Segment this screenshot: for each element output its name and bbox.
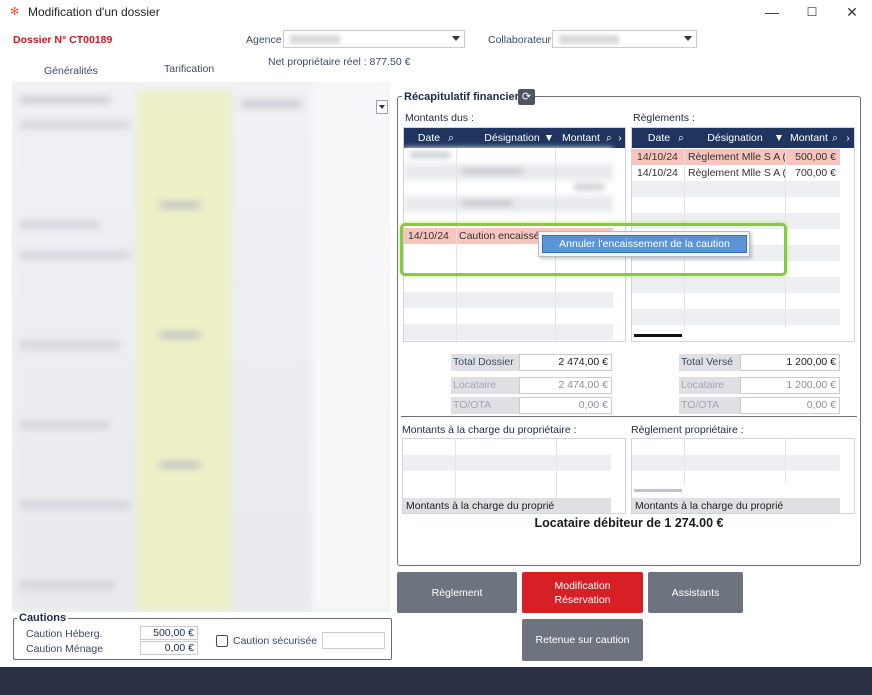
net-proprietaire: Net propriétaire réel : 877.50 € — [268, 56, 411, 68]
search-icon[interactable]: ⌕ — [604, 128, 614, 148]
recap-financier-title: Récapitulatif financier — [402, 91, 521, 103]
taskbar — [0, 667, 872, 695]
filter-icon[interactable]: ▼ — [773, 128, 785, 148]
tab-generalites[interactable]: Généralités — [44, 65, 98, 77]
modification-label-line2: Réservation — [554, 593, 611, 606]
table-row[interactable]: 14/10/24 Règlement Mlle S A ( CT 500,00 … — [632, 149, 840, 165]
locataire-label: Locataire — [451, 377, 519, 394]
to-ota-label: TO/OTA — [679, 397, 740, 414]
total-dossier-label: Total Dossier — [451, 354, 519, 371]
caution-menage-field[interactable]: 0,00 € — [140, 641, 198, 655]
modification-reservation-button[interactable]: Modification Réservation — [522, 572, 643, 613]
scrollbar[interactable] — [634, 334, 682, 337]
chevron-right-icon[interactable]: › — [615, 128, 625, 148]
agence-select[interactable] — [283, 30, 465, 48]
grid-header: Date ⌕ Désignation ▼ Montant ⌕ › — [404, 128, 625, 148]
window-title: Modification d'un dossier — [28, 5, 160, 19]
collaborateur-label: Collaborateur — [488, 34, 552, 46]
chevron-down-icon — [379, 105, 385, 109]
divider — [401, 416, 857, 417]
grid-header: Date ⌕ Désignation ▼ Montant ⌕ › — [632, 128, 854, 148]
row-designation: Règlement Mlle S A ( CT — [688, 167, 788, 179]
reglement-proprietaire-grid[interactable]: Montants à la charge du proprié — [631, 438, 855, 514]
reglement-proprietaire-label: Règlement propriétaire : — [631, 424, 744, 436]
annuler-encaissement-menu-item[interactable]: Annuler l'encaissement de la caution — [542, 235, 747, 253]
column-header-montant[interactable]: Montant — [562, 128, 607, 148]
column-header-date[interactable]: Date — [414, 128, 444, 148]
locataire-debiteur: Locataire débiteur de 1 274.00 € — [534, 516, 724, 530]
locataire-label: Locataire — [679, 377, 740, 394]
chevron-down-icon — [452, 36, 460, 41]
collaborateur-select[interactable] — [552, 30, 697, 48]
agence-label: Agence — [246, 34, 282, 46]
locataire-value: 1 200,00 € — [740, 377, 840, 394]
reglement-button[interactable]: Règlement — [397, 572, 517, 613]
chevron-right-icon[interactable]: › — [843, 128, 853, 148]
retenue-caution-button[interactable]: Retenue sur caution — [522, 619, 643, 661]
context-menu: Annuler l'encaissement de la caution — [538, 231, 750, 257]
column-header-designation[interactable]: Désignation — [472, 128, 552, 148]
to-ota-value: 0,00 € — [740, 397, 840, 414]
reglements-label: Règlements : — [633, 112, 695, 124]
total-verse-value: 1 200,00 € — [740, 354, 840, 371]
charge-proprietaire-footer: Montants à la charge du proprié — [403, 498, 611, 513]
row-date: 14/10/24 — [637, 151, 678, 163]
row-montant: 700,00 € — [795, 167, 836, 179]
charge-proprietaire-label: Montants à la charge du propriétaire : — [402, 424, 577, 436]
modification-label-line1: Modification — [554, 579, 611, 592]
tab-tarification[interactable]: Tarification — [164, 63, 214, 75]
total-verse-label: Total Versé — [679, 354, 740, 371]
charge-proprietaire-grid[interactable]: Montants à la charge du proprié — [402, 438, 626, 514]
filter-icon[interactable]: ▼ — [543, 128, 555, 148]
search-icon[interactable]: ⌕ — [674, 128, 688, 148]
search-icon[interactable]: ⌕ — [830, 128, 840, 148]
cautions-title: Cautions — [17, 612, 69, 624]
to-ota-value: 0,00 € — [519, 397, 612, 414]
row-designation: Règlement Mlle S A ( CT — [688, 151, 788, 163]
caution-heberg-label: Caution Héberg. — [26, 628, 103, 640]
chevron-down-icon — [684, 36, 692, 41]
dossier-number: Dossier N° CT00189 — [13, 34, 113, 46]
maximize-button[interactable]: ☐ — [800, 2, 824, 22]
close-button[interactable]: ✕ — [840, 2, 864, 22]
column-header-montant[interactable]: Montant — [790, 128, 835, 148]
panel-dropdown[interactable] — [376, 100, 388, 114]
total-dossier-value: 2 474,00 € — [519, 354, 612, 371]
row-date: 14/10/24 — [637, 167, 678, 179]
caution-heberg-field[interactable]: 500,00 € — [140, 626, 198, 640]
scrollbar[interactable] — [634, 489, 682, 492]
generalites-panel — [12, 82, 390, 612]
montants-dus-label: Montants dus : — [405, 112, 474, 124]
minimize-button[interactable]: — — [760, 2, 784, 22]
to-ota-label: TO/OTA — [451, 397, 519, 414]
assistants-button[interactable]: Assistants — [648, 572, 743, 613]
caution-securisee-checkbox[interactable] — [216, 635, 228, 647]
column-header-designation[interactable]: Désignation — [695, 128, 775, 148]
row-montant: 500,00 € — [795, 151, 836, 163]
app-logo-icon: ✻ — [10, 6, 20, 18]
title-bar: ✻ Modification d'un dossier — ☐ ✕ — [0, 0, 872, 24]
search-icon[interactable]: ⌕ — [444, 128, 458, 148]
table-row[interactable]: 14/10/24 Règlement Mlle S A ( CT 700,00 … — [632, 165, 840, 181]
refresh-icon[interactable]: ⟳ — [518, 89, 535, 105]
locataire-value: 2 474,00 € — [519, 377, 612, 394]
column-header-date[interactable]: Date — [644, 128, 674, 148]
caution-securisee-label: Caution sécurisée — [233, 635, 318, 647]
caution-securisee-field[interactable] — [322, 632, 385, 649]
caution-menage-label: Caution Ménage — [26, 643, 104, 655]
blurred-rows — [404, 148, 625, 228]
reglement-proprietaire-footer: Montants à la charge du proprié — [632, 498, 840, 513]
